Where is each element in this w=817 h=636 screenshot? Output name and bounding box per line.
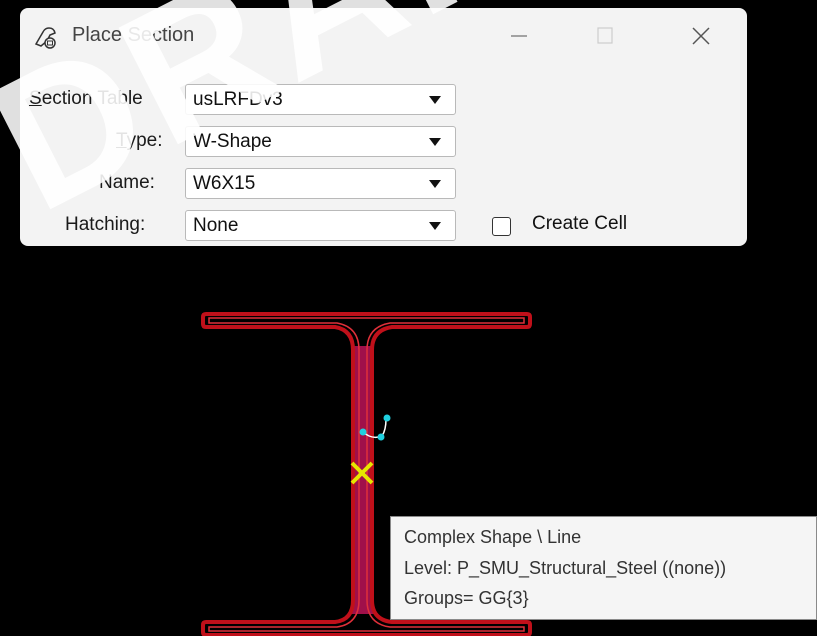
- minimize-button[interactable]: [496, 18, 542, 54]
- hatching-label: Hatching:: [65, 214, 146, 235]
- hatching-dropdown[interactable]: None: [185, 210, 456, 241]
- maximize-icon: [597, 27, 613, 44]
- section-table-label: Section Table: [29, 88, 143, 109]
- type-label: Type:: [116, 130, 163, 151]
- type-dropdown[interactable]: W-Shape: [185, 126, 456, 157]
- dropdown-arrow-icon: [429, 138, 441, 146]
- dropdown-arrow-icon: [429, 222, 441, 230]
- name-dropdown[interactable]: W6X15: [185, 168, 456, 199]
- create-cell-label[interactable]: Create Cell: [532, 213, 627, 235]
- title-bar[interactable]: Place Section: [20, 8, 747, 64]
- close-icon: [692, 27, 710, 45]
- dropdown-arrow-icon: [429, 180, 441, 188]
- tooltip-groups: Groups= GG{3}: [404, 588, 529, 608]
- minimize-icon: [511, 35, 527, 37]
- tooltip-element-type: Complex Shape \ Line: [404, 527, 582, 547]
- element-info-tooltip: Complex Shape \ Line Level: P_SMU_Struct…: [390, 516, 817, 620]
- create-cell-checkbox[interactable]: [492, 217, 511, 236]
- type-value: W-Shape: [193, 131, 272, 152]
- window-title: Place Section: [72, 24, 195, 46]
- maximize-button[interactable]: [582, 18, 628, 54]
- section-tool-icon: [34, 27, 56, 49]
- name-value: W6X15: [193, 173, 256, 194]
- hatching-value: None: [193, 215, 239, 236]
- tooltip-level: Level: P_SMU_Structural_Steel ((none)): [404, 558, 727, 578]
- name-label: Name:: [99, 172, 155, 193]
- close-button[interactable]: [678, 18, 724, 54]
- section-table-value: usLRFDv3: [193, 89, 283, 110]
- place-section-dialog: Place Section Section Table usLRFDv3 Typ…: [20, 8, 747, 246]
- dropdown-arrow-icon: [429, 96, 441, 104]
- section-table-dropdown[interactable]: usLRFDv3: [185, 84, 456, 115]
